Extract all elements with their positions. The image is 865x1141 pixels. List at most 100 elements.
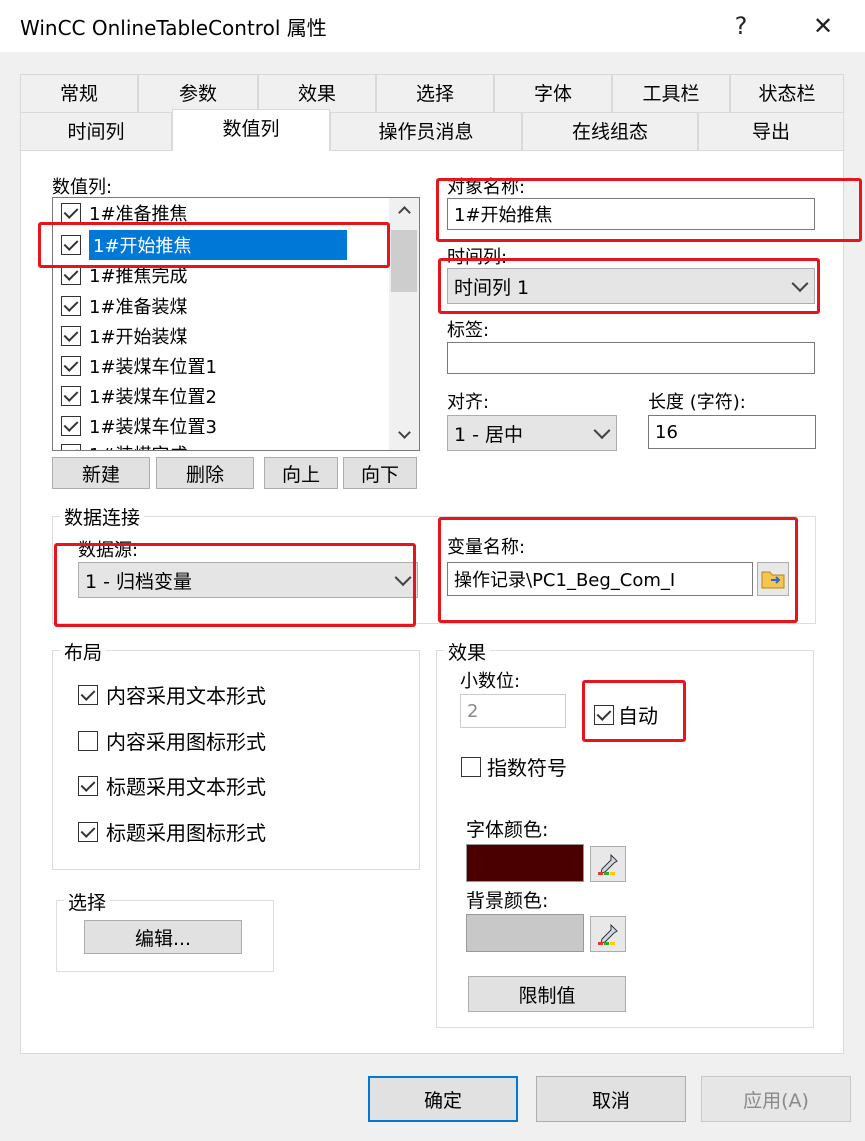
checkbox-icon[interactable] [61,444,81,450]
checkbox-icon[interactable] [78,821,98,842]
tab-online-config[interactable]: 在线组态 [522,112,698,150]
list-item-label: 1#准备推焦 [89,204,188,225]
title-bar: WinCC OnlineTableControl 属性 ? ✕ [0,0,865,52]
apply-button[interactable]: 应用(A) [701,1076,851,1122]
chevron-down-icon [791,275,809,293]
tab-font[interactable]: 字体 [494,74,612,112]
move-down-button[interactable]: 向下 [343,457,417,489]
list-item[interactable]: 1#装煤完成 [61,439,188,450]
layout-option[interactable]: 标题采用文本形式 [78,771,266,800]
tab-value-column[interactable]: 数值列 [172,109,330,151]
alignment-label: 对齐: [447,392,490,413]
list-item[interactable]: 1#装煤车位置3 [61,411,217,441]
edit-button[interactable]: 编辑... [84,920,242,954]
cancel-button[interactable]: 取消 [536,1076,686,1122]
list-item[interactable]: 1#开始装煤 [61,321,188,351]
tab-export[interactable]: 导出 [698,112,844,150]
layout-option-label: 内容采用图标形式 [106,730,266,754]
exponent-label: 指数符号 [487,756,567,780]
object-name-field[interactable]: 1#开始推焦 [447,198,815,230]
checkbox-icon[interactable] [61,235,81,255]
variable-name-field[interactable]: 操作记录\PC1_Beg_Com_I [447,562,753,596]
data-connection-title: 数据连接 [60,503,145,530]
tab-parameters[interactable]: 参数 [138,74,258,112]
list-item-label: 1#装煤车位置2 [89,387,217,408]
tab-time-column[interactable]: 时间列 [20,112,172,150]
list-item[interactable]: 1#准备装煤 [61,291,188,321]
layout-option-label: 标题采用图标形式 [106,821,266,845]
tab-selection[interactable]: 选择 [376,74,494,112]
list-item-label: 1#开始装煤 [89,327,188,348]
font-color-label: 字体颜色: [466,819,549,841]
list-item[interactable]: 1#装煤车位置1 [61,351,217,381]
font-color-swatch[interactable] [466,844,584,882]
list-item-label: 1#装煤车位置1 [89,357,217,378]
browse-variable-button[interactable] [757,562,789,596]
checkbox-icon[interactable] [61,326,81,346]
layout-option-label: 标题采用文本形式 [106,775,266,799]
layout-title: 布局 [60,638,107,665]
tab-statusbar[interactable]: 状态栏 [730,74,844,112]
decimals-field[interactable]: 2 [460,694,566,728]
checkbox-icon[interactable] [61,386,81,406]
checkbox-icon[interactable] [78,730,98,751]
layout-option[interactable]: 内容采用文本形式 [78,680,266,709]
move-up-button[interactable]: 向上 [264,457,338,489]
tab-effects[interactable]: 效果 [258,74,376,112]
checkbox-icon[interactable] [61,203,81,223]
layout-option-label: 内容采用文本形式 [106,684,266,708]
layout-option[interactable]: 内容采用图标形式 [78,726,266,755]
checkbox-icon[interactable] [594,704,614,725]
folder-browse-icon [761,571,785,589]
ok-button[interactable]: 确定 [368,1076,518,1122]
delete-button[interactable]: 删除 [156,457,254,489]
new-button[interactable]: 新建 [52,457,150,489]
help-button[interactable]: ? [718,6,764,46]
object-name-label: 对象名称: [447,177,526,198]
scroll-thumb[interactable] [391,230,417,292]
exponent-checkbox[interactable]: 指数符号 [461,752,567,781]
value-columns-label: 数值列: [52,177,113,198]
checkbox-icon[interactable] [78,684,98,705]
bg-color-picker-button[interactable] [590,916,626,952]
time-column-label: 时间列: [447,247,508,268]
list-item[interactable]: 1#推焦完成 [61,260,188,290]
bg-color-swatch[interactable] [466,914,584,952]
scroll-up-icon[interactable] [398,206,411,219]
variable-name-label: 变量名称: [447,537,526,558]
alignment-select[interactable]: 1 - 居中 [447,415,617,451]
list-item[interactable]: 1#装煤车位置2 [61,381,217,411]
tag-field[interactable] [447,342,815,374]
list-item-selected[interactable]: 1#开始推焦 [61,230,347,260]
scroll-down-icon[interactable] [398,426,411,439]
tab-operator-messages[interactable]: 操作员消息 [330,112,522,150]
tab-toolbar[interactable]: 工具栏 [612,74,730,112]
color-picker-icon [598,923,618,945]
value-columns-list[interactable]: 1#准备推焦 1#开始推焦 1#推焦完成 1#准备装煤 1#开始装煤 1#装煤车… [52,197,420,451]
tag-label: 标签: [447,320,490,341]
list-item-label: 1#开始推焦 [89,230,347,260]
checkbox-icon[interactable] [61,356,81,376]
decimals-label: 小数位: [460,671,521,692]
list-scrollbar[interactable] [389,198,419,450]
time-column-select[interactable]: 时间列 1 [447,268,815,304]
font-color-picker-button[interactable] [590,846,626,882]
time-column-value: 时间列 1 [454,276,530,299]
data-source-select[interactable]: 1 - 归档变量 [78,562,418,598]
tab-general[interactable]: 常规 [20,74,138,112]
checkbox-icon[interactable] [461,756,481,777]
checkbox-icon[interactable] [61,265,81,285]
window-title: WinCC OnlineTableControl 属性 [20,16,327,40]
auto-checkbox[interactable]: 自动 [594,700,658,729]
data-source-label: 数据源: [78,540,139,561]
list-item[interactable]: 1#准备推焦 [61,198,188,228]
checkbox-icon[interactable] [61,296,81,316]
checkbox-icon[interactable] [61,416,81,436]
close-button[interactable]: ✕ [800,6,846,46]
length-label: 长度 (字符): [648,392,746,413]
list-item-label: 1#装煤完成 [89,441,188,450]
checkbox-icon[interactable] [78,775,98,796]
limit-values-button[interactable]: 限制值 [468,976,626,1012]
layout-option[interactable]: 标题采用图标形式 [78,817,266,846]
length-field[interactable]: 16 [648,415,816,449]
